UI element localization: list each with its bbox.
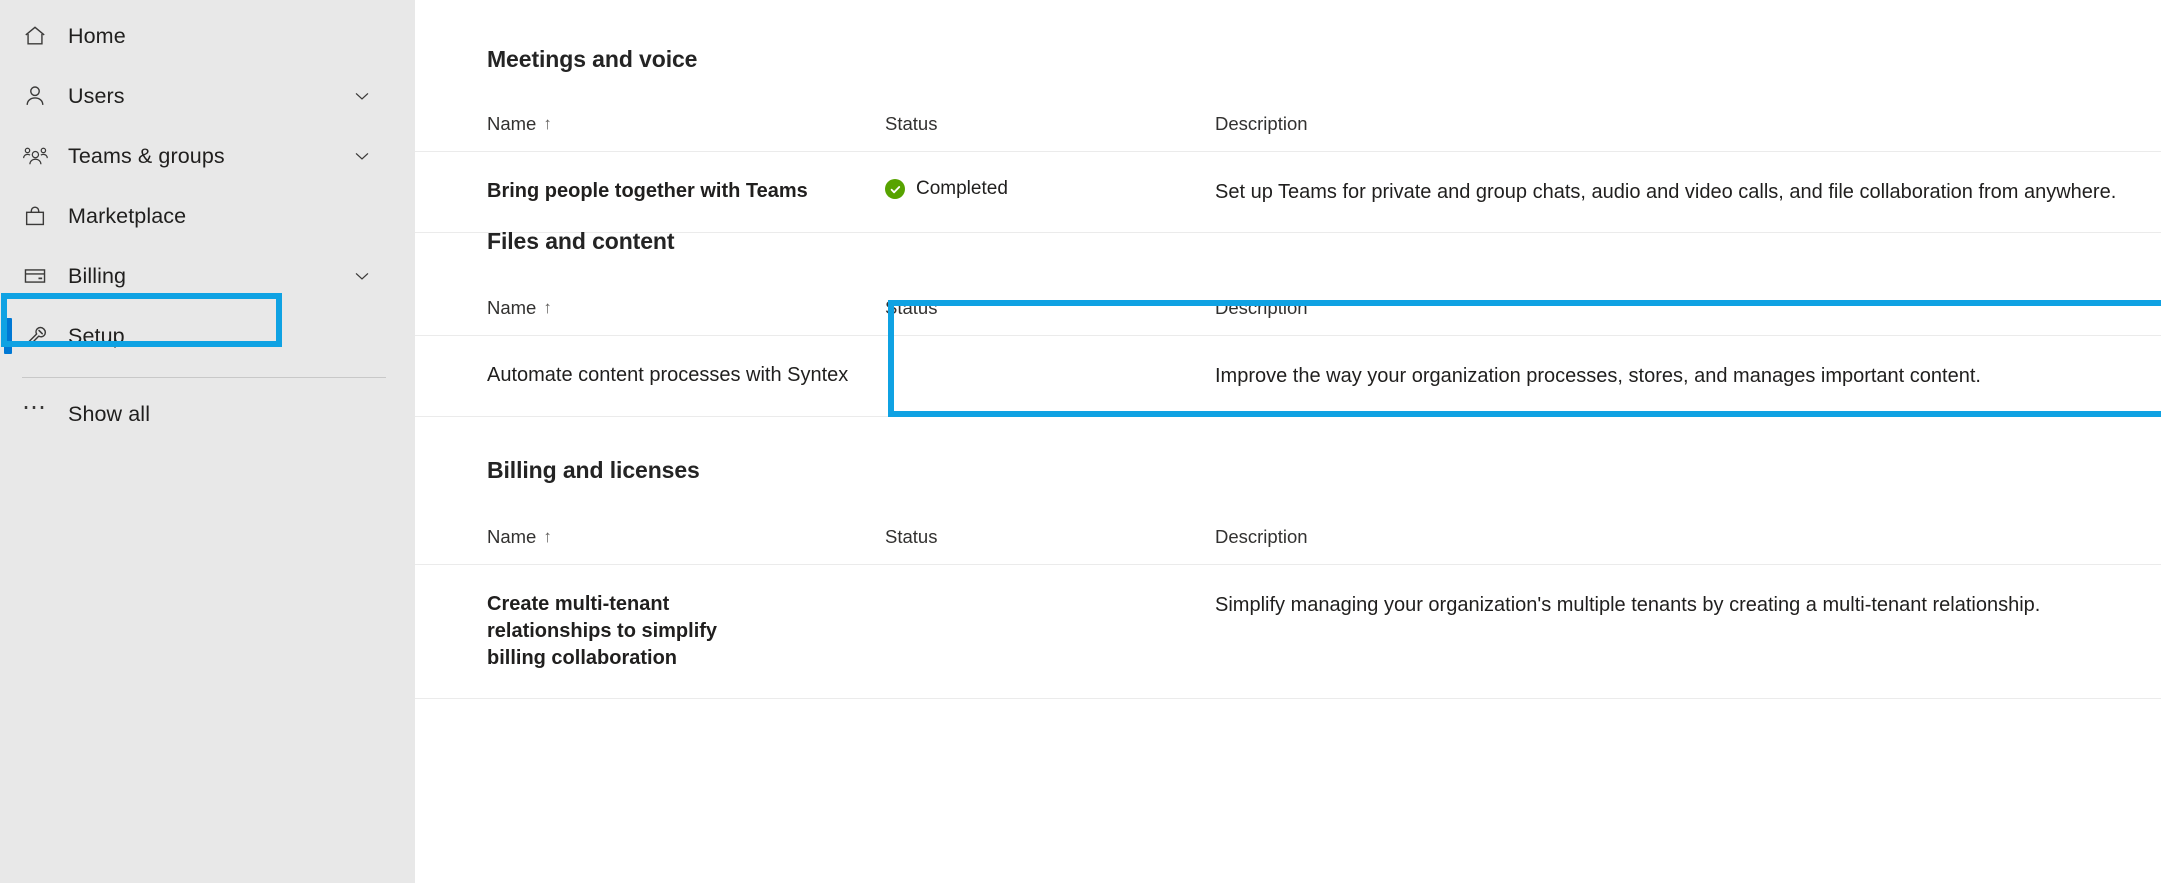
column-header-description[interactable]: Description [1215,526,2161,565]
task-name[interactable]: Create multi-tenant relationships to sim… [415,565,885,699]
section-billing-and-licenses: Billing and licenses Name ↑ Status Descri… [415,457,2161,699]
task-description: Improve the way your organization proces… [1215,336,2161,417]
setup-tasks-table: Name ↑ Status Description Create multi-te… [415,526,2161,699]
column-header-name-label: Name [487,297,536,318]
column-header-status[interactable]: Status [885,526,1215,565]
sort-ascending-icon: ↑ [543,114,552,134]
column-header-name[interactable]: Name ↑ [415,297,885,336]
table-header-row: Name ↑ Status Description [415,297,2161,336]
setup-tasks-table: Name ↑ Status Description Automate conten… [415,297,2161,417]
sidebar-item-teams-and-groups[interactable]: Teams & groups [0,126,415,186]
section-title: Billing and licenses [415,457,2161,484]
column-header-description[interactable]: Description [1215,297,2161,336]
section-title: Files and content [415,228,2161,255]
section-meetings-and-voice: Meetings and voice Name ↑ Status Descript… [415,46,2161,233]
sidebar-item-label: Setup [66,324,125,349]
bag-icon [22,203,66,229]
column-header-name[interactable]: Name ↑ [415,113,885,152]
sort-ascending-icon: ↑ [543,298,552,318]
sidebar-item-setup[interactable]: Setup [0,306,415,366]
table-row[interactable]: Automate content processes with Syntex I… [415,336,2161,417]
sidebar-item-marketplace[interactable]: Marketplace [0,186,415,246]
table-row[interactable]: Create multi-tenant relationships to sim… [415,565,2161,699]
task-name[interactable]: Automate content processes with Syntex [415,336,885,417]
setup-main-content: Meetings and voice Name ↑ Status Descript… [415,0,2161,883]
sidebar-item-home[interactable]: Home [0,6,415,66]
user-icon [22,83,66,109]
chevron-down-icon[interactable] [351,85,373,107]
task-status: Completed [885,152,1215,233]
sidebar-item-label: Marketplace [66,204,186,229]
column-header-name-label: Name [487,526,536,547]
selection-indicator-bar [4,318,12,354]
sidebar-item-label: Billing [66,264,126,289]
column-header-name[interactable]: Name ↑ [415,526,885,565]
check-circle-icon [885,179,905,199]
task-description: Set up Teams for private and group chats… [1215,152,2161,233]
sidebar-item-users[interactable]: Users [0,66,415,126]
left-navigation-sidebar: Home Users [0,0,415,883]
sidebar-item-billing[interactable]: Billing [0,246,415,306]
home-icon [22,23,66,49]
column-header-description[interactable]: Description [1215,113,2161,152]
sidebar-item-label: Teams & groups [66,144,225,169]
sidebar-item-label: Show all [66,402,150,427]
column-header-status[interactable]: Status [885,297,1215,336]
card-icon [22,263,66,289]
table-header-row: Name ↑ Status Description [415,526,2161,565]
admin-center-page: Home Users [0,0,2161,883]
chevron-down-icon[interactable] [351,145,373,167]
task-status [885,565,1215,699]
setup-tasks-table: Name ↑ Status Description Bring people to… [415,113,2161,233]
sort-ascending-icon: ↑ [543,527,552,547]
sidebar-item-label: Users [66,84,125,109]
table-row[interactable]: Bring people together with Teams Complet… [415,152,2161,233]
table-header-row: Name ↑ Status Description [415,113,2161,152]
ellipsis-icon: ⋯ [22,402,66,426]
task-status [885,336,1215,417]
sidebar-item-label: Home [66,24,126,49]
column-header-name-label: Name [487,113,536,134]
section-title: Meetings and voice [415,46,2161,73]
wrench-icon [22,323,66,350]
section-files-and-content: Files and content Name ↑ Status Descripti… [415,228,2161,417]
column-header-status[interactable]: Status [885,113,1215,152]
task-status-label: Completed [916,178,1008,200]
people-icon [22,143,66,170]
task-description: Simplify managing your organization's mu… [1215,565,2161,699]
task-name[interactable]: Bring people together with Teams [415,152,885,233]
chevron-down-icon[interactable] [351,265,373,287]
sidebar-divider [22,377,386,378]
sidebar-item-show-all[interactable]: ⋯ Show all [0,384,415,444]
